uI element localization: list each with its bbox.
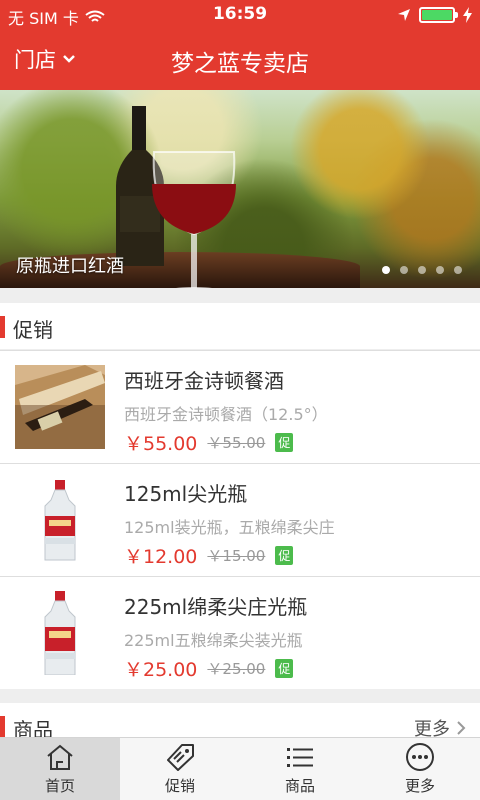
status-bar: 无 SIM 卡 16:59 [0,0,480,30]
product-description: 西班牙金诗顿餐酒（12.5°） [124,405,328,424]
product-original-price: ￥55.00 [207,434,266,452]
carousel-dot[interactable] [400,266,408,274]
carousel-dot[interactable] [436,266,444,274]
product-name: 225ml绵柔尖庄光瓶 [124,595,308,619]
product-original-price: ￥25.00 [207,660,266,678]
tab-label: 促销 [164,777,195,795]
chevron-right-icon [457,721,466,735]
promo-badge: 促 [275,546,294,565]
battery-icon [419,7,458,23]
promo-badge: 促 [275,659,294,678]
bottom-tab-bar: 首页 促销 商品 更多 [0,737,480,800]
product-price: ￥55.00 [124,433,198,455]
product-price-row: ￥25.00 ￥25.00 促 [124,655,294,682]
section-title: 促销 [13,318,53,342]
product-description: 225ml五粮绵柔尖装光瓶 [124,631,303,650]
list-item[interactable]: 125ml尖光瓶 125ml装光瓶，五粮绵柔尖庄 ￥12.00 ￥15.00 促 [0,463,480,576]
tab-products[interactable]: 商品 [240,738,360,800]
product-thumbnail [15,478,105,562]
more-icon [406,743,434,771]
product-price: ￥25.00 [124,659,198,681]
location-arrow-icon [398,9,410,21]
list-icon [287,748,313,767]
tag-icon [167,744,194,771]
promo-badge: 促 [275,433,294,452]
product-thumbnail [15,365,105,449]
product-original-price: ￥15.00 [207,547,266,565]
product-name: 125ml尖光瓶 [124,482,248,506]
product-name: 西班牙金诗顿餐酒 [124,369,284,393]
tab-promotions[interactable]: 促销 [120,738,240,800]
promo-product-list: 西班牙金诗顿餐酒 西班牙金诗顿餐酒（12.5°） ￥55.00 ￥55.00 促… [0,350,480,689]
carousel-dot[interactable] [454,266,462,274]
product-thumbnail [15,591,105,675]
tab-more[interactable]: 更多 [360,738,480,800]
product-description: 125ml装光瓶，五粮绵柔尖庄 [124,518,335,537]
tab-home[interactable]: 首页 [0,738,120,800]
promo-section-header: 促销 [0,303,480,349]
charging-bolt-icon [463,7,472,23]
wine-glass-image [152,151,236,288]
banner-carousel[interactable]: 原瓶进口红酒 [0,90,480,288]
section-accent-bar [0,316,5,338]
product-price-row: ￥12.00 ￥15.00 促 [124,542,294,569]
tab-label: 商品 [284,777,315,795]
home-icon [47,744,73,770]
carousel-dots [382,266,462,274]
status-indicators [397,7,472,23]
carousel-dot[interactable] [418,266,426,274]
carousel-dot[interactable] [382,266,390,274]
product-price: ￥12.00 [124,546,198,568]
page-title: 梦之蓝专卖店 [171,51,309,77]
section-accent-bar [0,716,5,738]
banner-caption: 原瓶进口红酒 [16,256,124,277]
list-item[interactable]: 西班牙金诗顿餐酒 西班牙金诗顿餐酒（12.5°） ￥55.00 ￥55.00 促 [0,350,480,463]
product-price-row: ￥55.00 ￥55.00 促 [124,429,294,456]
app-header: 门店 梦之蓝专卖店 [0,30,480,90]
tab-label: 首页 [44,777,75,795]
tab-label: 更多 [404,777,435,795]
list-item[interactable]: 225ml绵柔尖庄光瓶 225ml五粮绵柔尖装光瓶 ￥25.00 ￥25.00 … [0,576,480,689]
